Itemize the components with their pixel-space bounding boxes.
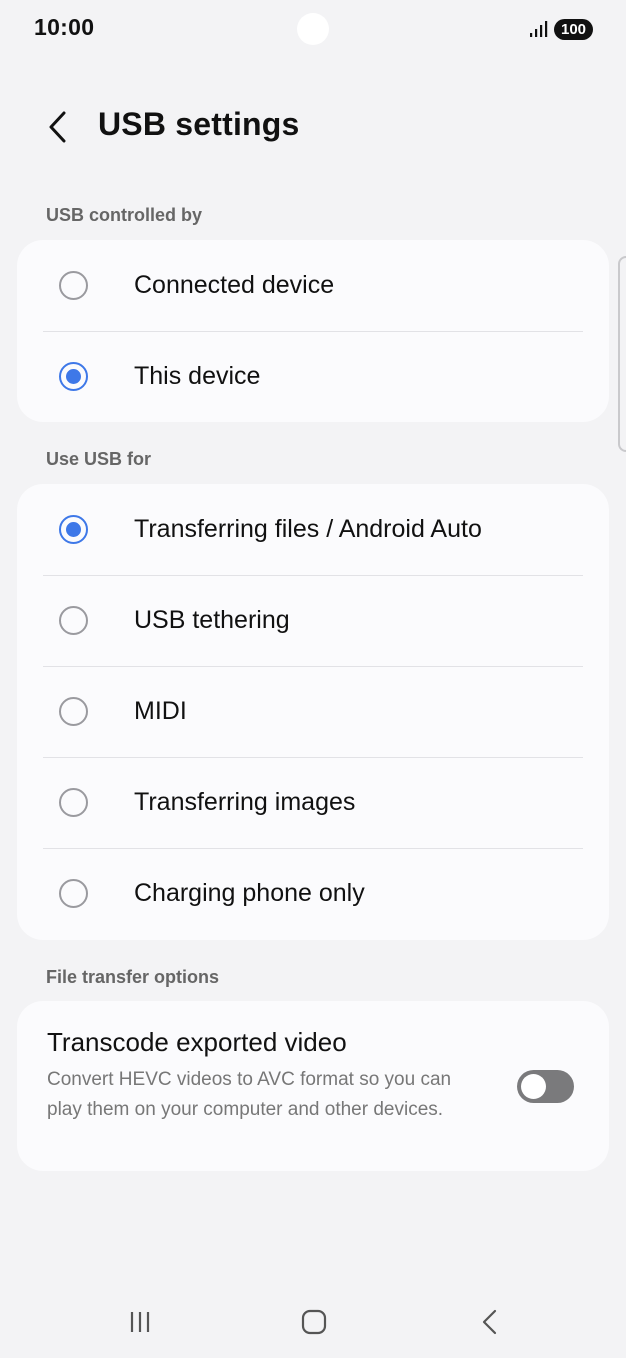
toggle-title: Transcode exported video [47, 1027, 347, 1057]
option-transferring-images[interactable]: Transferring images [17, 757, 609, 848]
option-label: Transferring files / Android Auto [134, 515, 482, 543]
section-label-use-usb-for: Use USB for [46, 449, 152, 469]
radio-button-selected[interactable] [59, 515, 88, 544]
signal-bars-icon [530, 21, 548, 37]
recents-icon [130, 1312, 150, 1332]
system-back-button[interactable] [470, 1304, 510, 1340]
toggle-knob [521, 1074, 546, 1099]
phone-screen: 10:00 100 USB settings USB controlled by… [0, 0, 626, 1358]
option-this-device[interactable]: This device [17, 331, 609, 422]
radio-button[interactable] [59, 788, 88, 817]
toggle-description: Convert HEVC videos to AVC format so you… [47, 1069, 452, 1120]
chevron-left-icon [49, 111, 66, 143]
option-label: MIDI [134, 697, 187, 725]
recents-button[interactable] [120, 1304, 160, 1340]
option-usb-tethering[interactable]: USB tethering [17, 575, 609, 666]
option-connected-device[interactable]: Connected device [17, 240, 609, 331]
option-label: Connected device [134, 271, 335, 299]
radio-button[interactable] [59, 271, 88, 300]
option-transferring-files[interactable]: Transferring files / Android Auto [17, 484, 609, 575]
option-label: USB tethering [134, 606, 290, 634]
radio-button[interactable] [59, 697, 88, 726]
radio-button-selected[interactable] [59, 362, 88, 391]
page-title: USB settings [98, 106, 300, 142]
transcode-video-card[interactable]: Transcode exported video Convert HEVC vi… [17, 1001, 609, 1171]
option-label: This device [134, 362, 261, 390]
home-button[interactable] [294, 1304, 334, 1340]
status-time: 10:00 [34, 14, 95, 40]
status-bar: 10:00 100 [0, 0, 626, 60]
radio-button[interactable] [59, 879, 88, 908]
option-label: Charging phone only [134, 879, 365, 907]
usb-controlled-by-card: Connected device This device [17, 240, 609, 422]
navigation-bar [0, 1290, 626, 1358]
home-icon [301, 1309, 327, 1335]
front-camera [297, 13, 329, 45]
use-usb-for-card: Transferring files / Android Auto USB te… [17, 484, 609, 940]
option-label: Transferring images [134, 788, 356, 816]
back-icon [482, 1309, 497, 1335]
radio-button[interactable] [59, 606, 88, 635]
back-button[interactable] [34, 104, 80, 150]
edge-panel-handle[interactable] [618, 256, 626, 452]
option-charging-phone-only[interactable]: Charging phone only [17, 848, 609, 939]
transcode-video-toggle[interactable] [517, 1070, 574, 1103]
section-label-file-transfer-options: File transfer options [46, 967, 220, 987]
option-midi[interactable]: MIDI [17, 666, 609, 757]
battery-level: 100 [554, 19, 594, 40]
section-label-usb-controlled-by: USB controlled by [46, 205, 203, 225]
